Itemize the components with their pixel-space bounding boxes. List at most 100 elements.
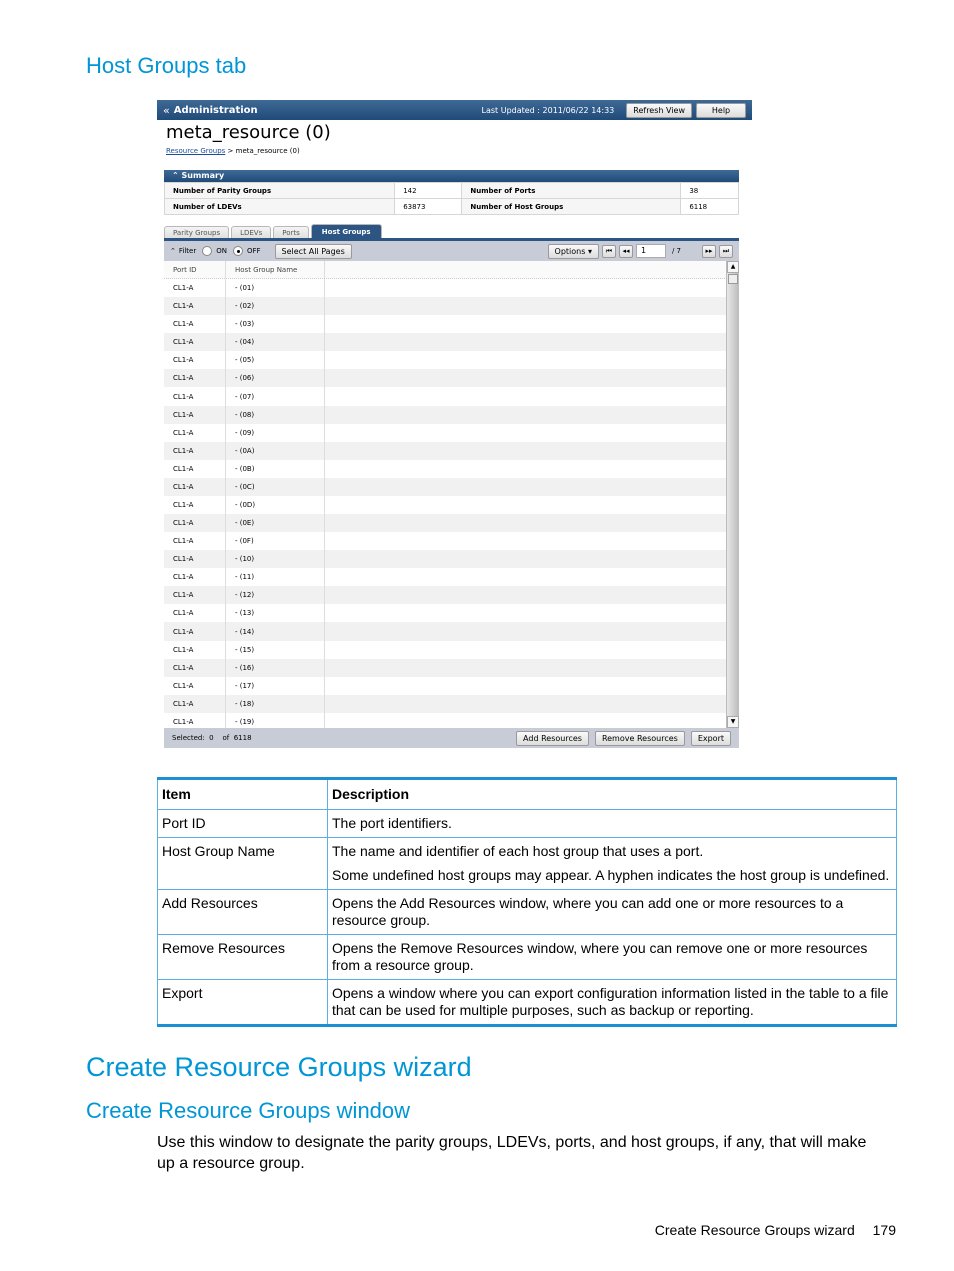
table-row[interactable]: CL1-A - (06): [164, 369, 739, 388]
double-chevron-left-icon[interactable]: «: [163, 104, 170, 117]
summary-title: Summary: [181, 171, 225, 180]
description-cell: The port identifiers.: [327, 809, 897, 838]
cell-port-id: CL1-A: [164, 405, 226, 424]
description-row: Add Resources Opens the Add Resources win…: [157, 889, 897, 935]
description-text: Opens a window where you can export conf…: [332, 985, 889, 1018]
cell-host-group-name: - (16): [226, 658, 325, 677]
breadcrumb-separator: >: [227, 147, 234, 155]
page-number: 179: [872, 1222, 896, 1238]
select-all-pages-button[interactable]: Select All Pages: [274, 243, 352, 259]
page-footer: Create Resource Groups wizard 179: [641, 1222, 896, 1238]
table-row[interactable]: CL1-A - (16): [164, 658, 739, 677]
options-button[interactable]: Options ▾: [547, 243, 599, 259]
cell-port-id: CL1-A: [164, 495, 226, 515]
table-row[interactable]: CL1-A - (0C): [164, 477, 739, 496]
summary-header[interactable]: ⌃ Summary: [164, 170, 739, 182]
cell-host-group-name: - (05): [226, 351, 325, 370]
filter-label[interactable]: Filter: [179, 247, 196, 255]
options-label: Options: [554, 246, 586, 256]
cell-port-id: CL1-A: [164, 387, 226, 406]
summary-row: Number of Parity Groups 142 Number of Po…: [163, 182, 739, 199]
cell-host-group-name: - (17): [226, 676, 325, 695]
page-number-input[interactable]: 1: [635, 244, 666, 258]
table-row[interactable]: CL1-A - (04): [164, 333, 739, 352]
top-bar: « Administration Last Updated : 2011/06/…: [157, 100, 752, 120]
table-row[interactable]: CL1-A - (13): [164, 604, 739, 623]
cell-port-id: CL1-A: [164, 333, 226, 352]
description-table-header: Item Description: [157, 778, 897, 810]
first-page-button[interactable]: ⏮: [601, 244, 616, 258]
table-row[interactable]: CL1-A - (11): [164, 568, 739, 587]
remove-resources-button[interactable]: Remove Resources: [594, 730, 685, 746]
cell-port-id: CL1-A: [164, 604, 226, 623]
filter-on-label: ON: [216, 247, 227, 255]
summary-value: 142: [394, 182, 463, 199]
description-cell: Opens the Remove Resources window, where…: [327, 934, 897, 980]
cell-host-group-name: - (08): [226, 405, 325, 424]
table-row[interactable]: CL1-A - (08): [164, 405, 739, 424]
table-row[interactable]: CL1-A - (0E): [164, 514, 739, 533]
description-text: The port identifiers.: [332, 815, 452, 831]
help-button[interactable]: Help: [696, 102, 746, 118]
table-row[interactable]: CL1-A - (0A): [164, 441, 739, 460]
tab-host-groups[interactable]: Host Groups: [310, 224, 382, 239]
description-table-body: Port ID The port identifiers. Host Group N…: [157, 809, 897, 1026]
selected-count: Selected: 0 of 6118: [172, 734, 252, 742]
table-row[interactable]: CL1-A - (0D): [164, 495, 739, 515]
column-header-port-id[interactable]: Port ID: [164, 261, 226, 278]
cell-host-group-name: - (0F): [226, 532, 325, 551]
last-page-button[interactable]: ⏭: [719, 244, 733, 258]
cell-port-id: CL1-A: [164, 297, 226, 316]
host-groups-grid: Port ID Host Group Name CL1-A - (01) CL1-A…: [164, 261, 739, 728]
breadcrumb-current: meta_resource (0): [235, 147, 300, 155]
filter-on-radio[interactable]: [202, 246, 213, 256]
table-row[interactable]: CL1-A - (07): [164, 387, 739, 406]
table-row[interactable]: CL1-A - (14): [164, 622, 739, 641]
table-row[interactable]: CL1-A - (03): [164, 315, 739, 334]
breadcrumb-link-resource-groups[interactable]: Resource Groups: [166, 147, 225, 155]
cell-host-group-name: - (13): [226, 604, 325, 623]
table-row[interactable]: CL1-A - (12): [164, 586, 739, 605]
scroll-down-icon[interactable]: ▼: [727, 716, 739, 728]
cell-port-id: CL1-A: [164, 477, 226, 496]
table-row[interactable]: CL1-A - (0F): [164, 532, 739, 551]
cell-port-id: CL1-A: [164, 514, 226, 533]
refresh-view-button[interactable]: Refresh View: [626, 102, 692, 118]
previous-page-button[interactable]: ◂◂: [618, 244, 633, 258]
table-row[interactable]: CL1-A - (01): [164, 279, 739, 298]
filter-toggle-icon[interactable]: ⌃: [170, 247, 176, 255]
table-row[interactable]: CL1-A - (02): [164, 297, 739, 316]
column-header-host-group-name[interactable]: Host Group Name: [226, 261, 325, 278]
table-row[interactable]: CL1-A - (15): [164, 640, 739, 659]
next-page-button[interactable]: ▸▸: [702, 244, 716, 258]
cell-host-group-name: - (11): [226, 568, 325, 587]
footer-section: Create Resource Groups wizard: [654, 1222, 855, 1238]
vertical-scrollbar[interactable]: ▲ ▼: [726, 261, 739, 728]
cell-host-group-name: - (0E): [226, 514, 325, 533]
add-resources-button[interactable]: Add Resources: [516, 730, 589, 746]
summary-value: 38: [680, 182, 739, 199]
table-row[interactable]: CL1-A - (17): [164, 676, 739, 695]
description-cell: The name and identifier of each host gro…: [327, 837, 897, 890]
header-description: Description: [327, 778, 897, 810]
item-cell: Host Group Name: [157, 837, 328, 890]
table-row[interactable]: CL1-A - (09): [164, 423, 739, 442]
cell-port-id: CL1-A: [164, 622, 226, 641]
export-button[interactable]: Export: [690, 730, 731, 746]
cell-host-group-name: - (14): [226, 622, 325, 641]
cell-port-id: CL1-A: [164, 423, 226, 442]
filter-off-radio[interactable]: [232, 246, 243, 256]
table-row[interactable]: CL1-A - (19): [164, 712, 739, 728]
cell-host-group-name: - (10): [226, 550, 325, 569]
table-row[interactable]: CL1-A - (05): [164, 351, 739, 370]
table-row[interactable]: CL1-A - (10): [164, 550, 739, 569]
item-cell: Remove Resources: [157, 934, 328, 980]
description-row: Remove Resources Opens the Remove Resourc…: [157, 934, 897, 980]
collapse-icon: ⌃: [172, 171, 182, 180]
table-row[interactable]: CL1-A - (18): [164, 694, 739, 713]
cell-port-id: CL1-A: [164, 315, 226, 334]
scroll-up-icon[interactable]: ▲: [727, 261, 739, 273]
scroll-thumb[interactable]: [728, 274, 738, 284]
cell-port-id: CL1-A: [164, 586, 226, 605]
table-row[interactable]: CL1-A - (0B): [164, 459, 739, 478]
